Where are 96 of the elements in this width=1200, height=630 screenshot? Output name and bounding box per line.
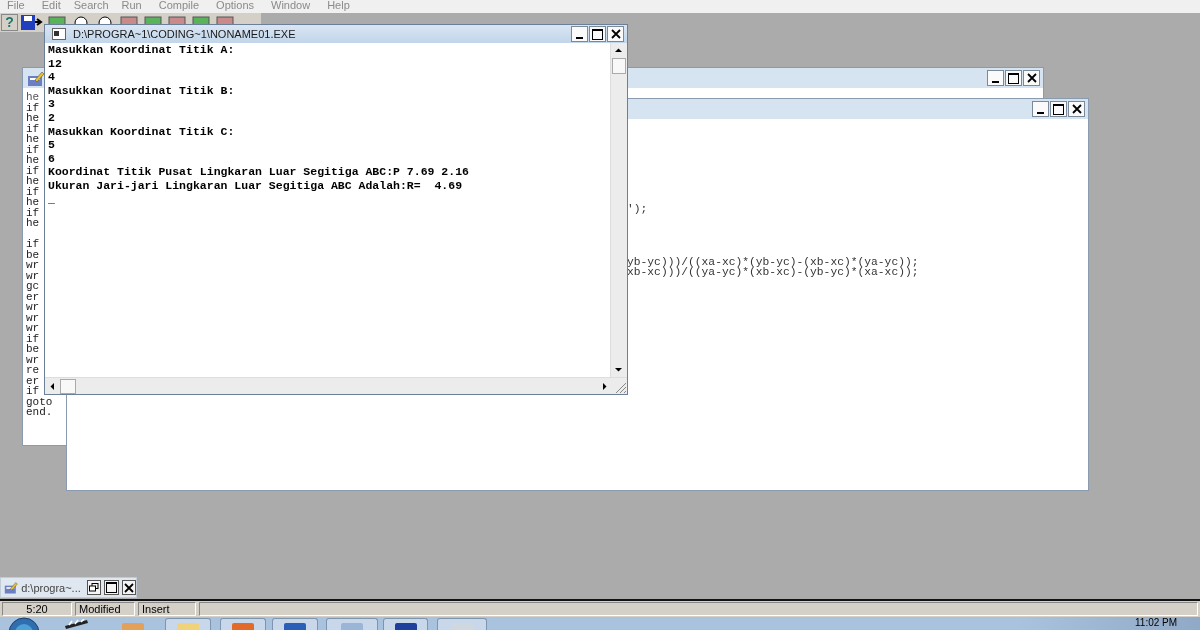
console-line: Koordinat Titik Pusat Lingkaran Luar Segitiga ABC:P 7.69 2.16 — [48, 165, 470, 179]
code-line: wr — [26, 260, 40, 271]
minimize-button[interactable] — [1032, 101, 1049, 117]
app-icon — [449, 620, 475, 630]
code-line: if — [26, 186, 40, 197]
taskbar-button[interactable] — [383, 618, 428, 630]
app-icon — [120, 620, 146, 630]
menu-item[interactable]: Help — [327, 0, 350, 13]
scroll-thumb[interactable] — [612, 58, 626, 74]
code-line: yb-yc)))/((xa-xc)*(yb-yc)-(xb-xc)*(ya-yc)); — [627, 256, 919, 267]
window-title: D:\PROGRA~1\CODING~1\NONAME01.EXE — [73, 28, 296, 40]
close-button[interactable] — [607, 26, 624, 42]
code-line: if — [26, 144, 40, 155]
menu-item[interactable]: Options — [216, 0, 255, 13]
vertical-scrollbar[interactable] — [610, 43, 627, 377]
menu-item[interactable]: Window — [271, 0, 311, 13]
code-line: end. — [26, 407, 53, 418]
close-icon — [1071, 104, 1082, 114]
menu-item[interactable]: Edit — [41, 0, 61, 13]
console-line: Masukkan Koordinat Titik C: — [48, 124, 236, 139]
close-button[interactable] — [121, 580, 136, 595]
code-line: if — [26, 239, 40, 250]
insert-mode-indicator: Insert — [138, 602, 196, 616]
code-line: re — [26, 365, 40, 376]
code-line: if — [26, 102, 40, 113]
window-title: d:\progra~... — [21, 581, 81, 594]
close-button[interactable] — [1023, 70, 1040, 86]
code-line: he — [26, 155, 40, 166]
code-line: wr — [26, 312, 40, 323]
console-line: 6 — [48, 151, 56, 166]
code-line: be — [26, 249, 40, 260]
menu-item[interactable]: Run — [121, 0, 142, 13]
code-line: wr — [26, 302, 40, 313]
code-line: he — [26, 176, 40, 187]
code-line: '); — [627, 204, 649, 215]
code-line: if — [26, 123, 40, 134]
code-line: if — [26, 333, 40, 344]
code-line: if — [26, 386, 40, 397]
scroll-thumb[interactable] — [60, 378, 76, 394]
taskbar-button[interactable] — [272, 618, 318, 630]
app-icon — [282, 620, 308, 630]
menu-item[interactable]: File — [7, 0, 25, 13]
close-icon — [123, 582, 134, 593]
code-line: wr — [26, 323, 40, 334]
close-icon — [1026, 73, 1037, 83]
console-line: 3 — [48, 97, 56, 111]
console-icon — [52, 28, 66, 40]
maximize-button[interactable] — [104, 580, 119, 595]
minimize-button[interactable] — [571, 26, 588, 42]
minimize-button[interactable] — [987, 70, 1004, 86]
menu-item[interactable]: Search — [73, 0, 109, 13]
help-button[interactable]: ? — [1, 14, 18, 31]
app-icon — [230, 620, 256, 630]
code-line: be — [26, 344, 40, 355]
restore-icon — [89, 583, 99, 592]
app-icon — [175, 620, 201, 630]
maximize-button[interactable] — [1005, 70, 1022, 86]
menu-item[interactable]: Compile — [158, 0, 200, 13]
maximize-button[interactable] — [1050, 101, 1067, 117]
console-line: Ukuran Jari-jari Lingkaran Luar Segitiga ABC Adalah:R= 4.69 — [48, 178, 464, 193]
console-line: 5 — [48, 138, 56, 152]
code-line: if — [26, 165, 40, 176]
console-line: 4 — [48, 70, 56, 84]
restore-button[interactable] — [86, 580, 102, 595]
close-button[interactable] — [1068, 101, 1085, 117]
text-cursor: _ — [48, 192, 55, 207]
start-button[interactable] — [8, 617, 40, 630]
console-line: Masukkan Koordinat Titik A: — [48, 43, 236, 57]
code-line: er — [26, 375, 40, 386]
code-line: er — [26, 291, 40, 302]
code-line: xb-xc)))/((ya-yc)*(xb-xc)-(yb-yc)*(xa-xc)); — [627, 267, 919, 278]
app-icon — [392, 620, 419, 630]
code-line: gc — [26, 281, 40, 292]
code-line: he — [26, 113, 40, 124]
code-line: he — [26, 92, 40, 103]
code-line: he — [26, 197, 40, 208]
clapperboard-icon[interactable] — [64, 619, 90, 630]
maximize-button[interactable] — [589, 26, 606, 42]
console-line: 12 — [48, 56, 63, 71]
app-icon — [339, 620, 365, 630]
clock: 11:02 PM — [1135, 617, 1178, 629]
close-icon — [610, 29, 621, 39]
horizontal-scrollbar[interactable] — [45, 377, 627, 394]
pencil-document-icon — [4, 579, 19, 596]
code-line: goto — [26, 396, 53, 407]
code-line: if — [26, 207, 40, 218]
console-line: Masukkan Koordinat Titik B: — [48, 83, 236, 98]
code-line: he — [26, 134, 40, 145]
code-line: wr — [26, 270, 40, 281]
save-icon[interactable] — [20, 14, 44, 31]
modified-indicator: Modified — [75, 602, 135, 616]
code-line: he — [26, 218, 40, 229]
cursor-position: 5:20 — [2, 602, 72, 616]
code-line: wr — [26, 354, 40, 365]
minimized-window[interactable]: d:\progra~... — [0, 577, 137, 598]
console-line: 2 — [48, 110, 56, 125]
